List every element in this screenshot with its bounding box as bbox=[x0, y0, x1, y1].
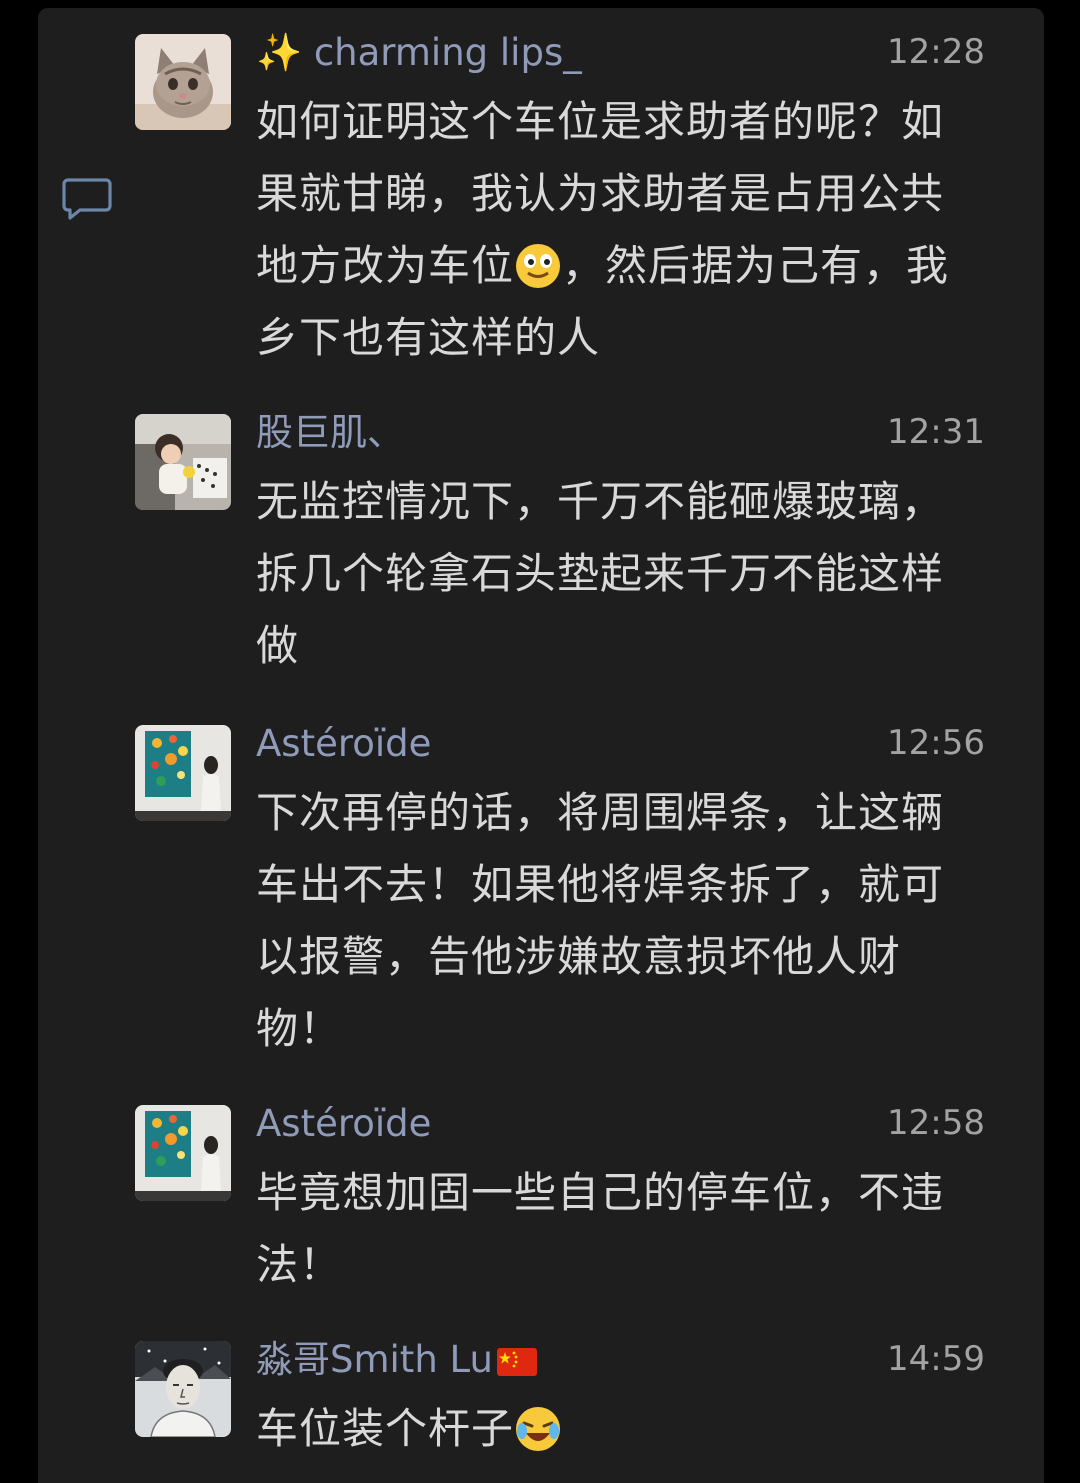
comment-text: 车位装个杆子 bbox=[256, 1393, 985, 1465]
china-flag-emoji-icon bbox=[496, 1339, 537, 1376]
comment-text: 无监控情况下，千万不能砸爆玻璃，拆几个轮拿石头垫起来千万不能这样做 bbox=[256, 477, 945, 670]
comment-bubble-icon[interactable] bbox=[62, 176, 112, 220]
comment-text: 毕竟想加固一些自己的停车位，不违法！ bbox=[256, 1168, 945, 1289]
child-photo-avatar[interactable] bbox=[135, 414, 231, 510]
laughing-crying-emoji-icon bbox=[514, 1403, 562, 1451]
comment-time: 12:56 bbox=[887, 723, 985, 763]
comment-time: 12:31 bbox=[887, 412, 985, 452]
comment-author[interactable]: Astéroïde bbox=[256, 1099, 431, 1149]
sparkles-emoji-icon: ✨ bbox=[256, 31, 303, 74]
comment-time: 12:58 bbox=[887, 1103, 985, 1143]
comment-time: 14:59 bbox=[887, 1339, 985, 1379]
cat-avatar[interactable] bbox=[135, 34, 231, 130]
comment-author[interactable]: ✨ charming lips_ bbox=[256, 28, 582, 78]
comment-author[interactable]: 股巨肌、 bbox=[256, 408, 404, 458]
comment-text: 下次再停的话，将周围焊条，让这辆车出不去！如果他将焊条拆了，就可以报警，告他涉嫌… bbox=[256, 788, 945, 1053]
comment-text: 如何证明这个车位是求助者的呢？如果就甘睇，我认为求助者是占用公共地方改为车位 ，然… bbox=[256, 97, 950, 362]
smile-emoji-icon bbox=[514, 240, 562, 288]
comment-author[interactable]: Astéroïde bbox=[256, 719, 431, 769]
comment-time: 12:28 bbox=[887, 32, 985, 72]
sketch-portrait-avatar[interactable] bbox=[135, 1341, 231, 1437]
painting-photo-avatar[interactable] bbox=[135, 725, 231, 821]
comment-author[interactable]: 淼哥Smith Lu bbox=[256, 1335, 537, 1385]
painting-photo-avatar[interactable] bbox=[135, 1105, 231, 1201]
